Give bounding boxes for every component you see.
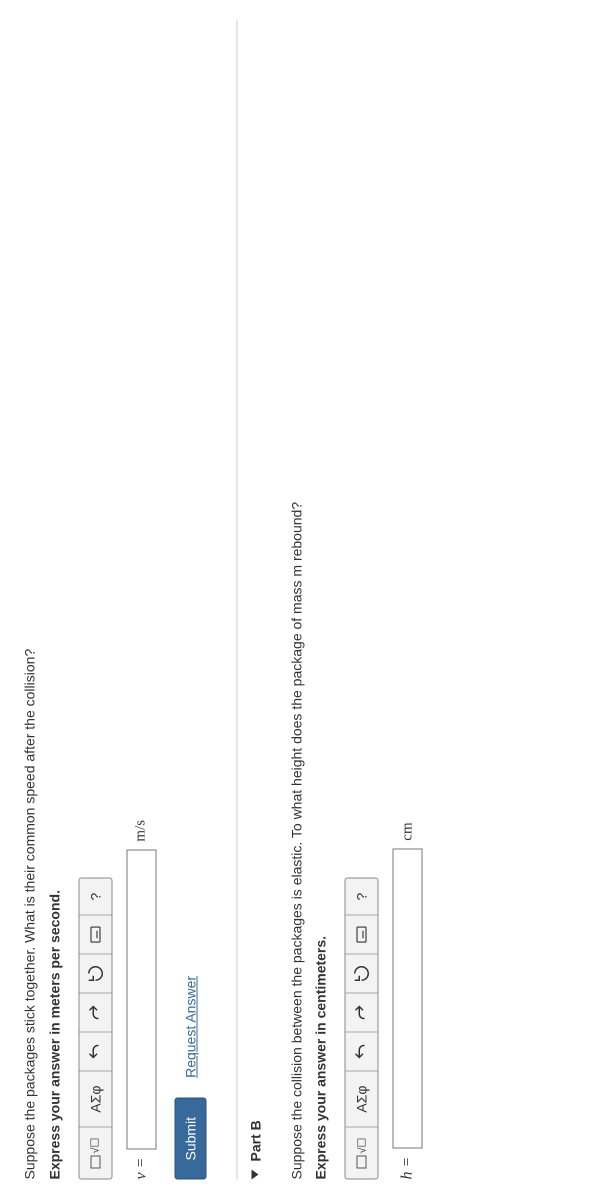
part-b-answer-input[interactable] xyxy=(393,849,423,1149)
undo-button[interactable] xyxy=(79,1032,111,1071)
redo-icon xyxy=(86,1004,104,1022)
part-b-unit: cm xyxy=(399,822,416,840)
templates-button-b[interactable]: √☐ xyxy=(346,1127,378,1179)
undo-icon xyxy=(353,1043,371,1061)
symbols-button[interactable]: ΑΣφ xyxy=(79,1071,111,1127)
redo-button[interactable] xyxy=(79,993,111,1032)
part-b-var-label: h = xyxy=(399,1157,417,1180)
part-a-question: Suppose the packages stick together. Wha… xyxy=(21,20,41,1180)
redo-button-b[interactable] xyxy=(346,993,378,1032)
part-a-unit: m/s xyxy=(133,820,150,842)
help-button-b[interactable]: ? xyxy=(346,879,378,915)
reset-icon xyxy=(353,965,371,983)
part-b-title: Part B xyxy=(247,1120,263,1161)
reset-button-b[interactable] xyxy=(346,954,378,993)
reset-button[interactable] xyxy=(79,954,111,993)
keyboard-button-b[interactable] xyxy=(346,915,378,954)
symbols-button-b[interactable]: ΑΣφ xyxy=(346,1071,378,1127)
reset-icon xyxy=(86,965,104,983)
rect-icon xyxy=(90,1156,100,1169)
rect-icon xyxy=(357,1156,367,1169)
help-button[interactable]: ? xyxy=(79,879,111,915)
redo-icon xyxy=(353,1004,371,1022)
part-b-header[interactable]: Part B xyxy=(236,20,273,1180)
part-a-answer-input[interactable] xyxy=(126,850,156,1150)
sqrt-icon: √☐ xyxy=(89,1138,102,1154)
part-b-toolbar: √☐ ΑΣφ ? xyxy=(345,878,379,1180)
chevron-down-icon xyxy=(252,1170,259,1180)
undo-button-b[interactable] xyxy=(346,1032,378,1071)
keyboard-icon xyxy=(353,926,371,944)
part-a-var-label: v = xyxy=(132,1158,150,1180)
request-answer-link[interactable]: Request Answer xyxy=(182,976,198,1078)
keyboard-button[interactable] xyxy=(79,915,111,954)
part-a-toolbar: √☐ ΑΣφ ? xyxy=(78,878,112,1180)
part-a-instruction: Express your answer in meters per second… xyxy=(46,20,62,1180)
part-b-instruction: Express your answer in centimeters. xyxy=(313,20,329,1180)
templates-button[interactable]: √☐ xyxy=(79,1127,111,1179)
submit-button[interactable]: Submit xyxy=(174,1098,206,1180)
keyboard-icon xyxy=(86,926,104,944)
undo-icon xyxy=(86,1043,104,1061)
part-b-question: Suppose the collision between the packag… xyxy=(287,20,307,1180)
sqrt-icon: √☐ xyxy=(355,1138,368,1154)
